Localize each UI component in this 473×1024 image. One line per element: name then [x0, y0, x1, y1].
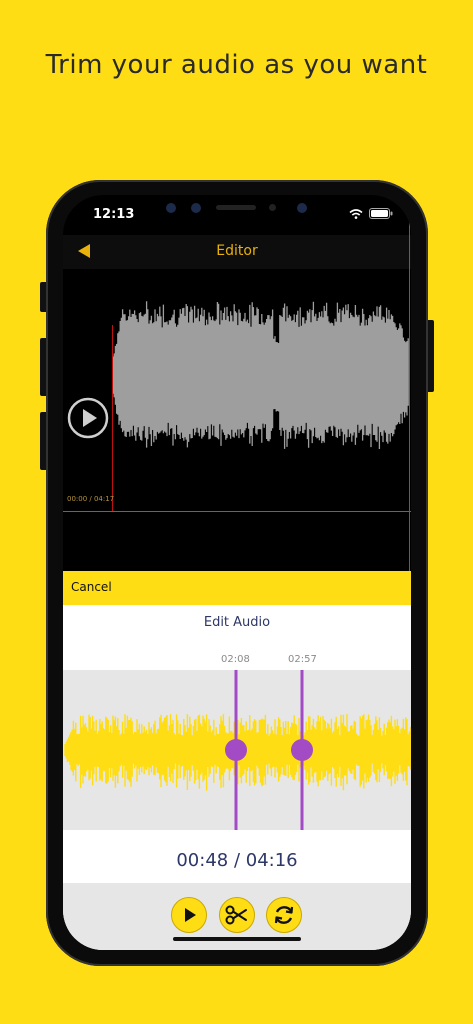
start-trim-handle[interactable]: [225, 670, 247, 830]
sensor-dot: [269, 204, 276, 211]
speaker-grille: [216, 205, 256, 210]
start-marker-label: 02:08: [221, 654, 250, 665]
edit-audio-title: Edit Audio: [203, 615, 271, 630]
playhead-line: [112, 325, 113, 511]
trim-waveform-area[interactable]: [63, 670, 411, 830]
cancel-button[interactable]: Cancel: [71, 580, 112, 594]
status-icons: [349, 208, 393, 219]
battery-icon: [369, 208, 393, 219]
trim-button[interactable]: [219, 897, 255, 933]
camera-lens: [191, 203, 201, 213]
trim-time-readout: 00:48 / 04:16: [176, 850, 298, 871]
status-time: 12:13: [93, 207, 135, 222]
edit-audio-panel: Edit Audio 02:08 02:57 00:48 / 04:16: [63, 605, 411, 950]
play-button[interactable]: [171, 897, 207, 933]
home-indicator: [173, 937, 301, 941]
end-trim-handle[interactable]: [291, 670, 313, 830]
phone-screen: 12:13 Editor 00:00 / 04:17 Cancel Edit A…: [63, 195, 411, 950]
waveform-divider: [63, 511, 411, 512]
nav-bar: Editor: [63, 235, 411, 269]
scissors-icon: [225, 905, 247, 925]
front-camera: [297, 203, 307, 213]
end-marker-label: 02:57: [288, 654, 317, 665]
nav-title: Editor: [216, 243, 258, 259]
waveform-bars: [112, 301, 409, 449]
top-time-readout: 00:00 / 04:17: [67, 495, 115, 503]
play-circle-icon[interactable]: [67, 397, 109, 439]
refresh-icon: [274, 906, 294, 924]
play-icon: [185, 908, 196, 922]
wifi-icon: [349, 208, 363, 219]
headline: Trim your audio as you want: [45, 50, 428, 80]
reset-button[interactable]: [266, 897, 302, 933]
cancel-bar: Cancel: [63, 571, 411, 605]
top-waveform-area[interactable]: 00:00 / 04:17: [63, 269, 411, 571]
camera-lens: [166, 203, 176, 213]
top-waveform: [112, 301, 409, 511]
status-bar: 12:13: [63, 195, 411, 235]
